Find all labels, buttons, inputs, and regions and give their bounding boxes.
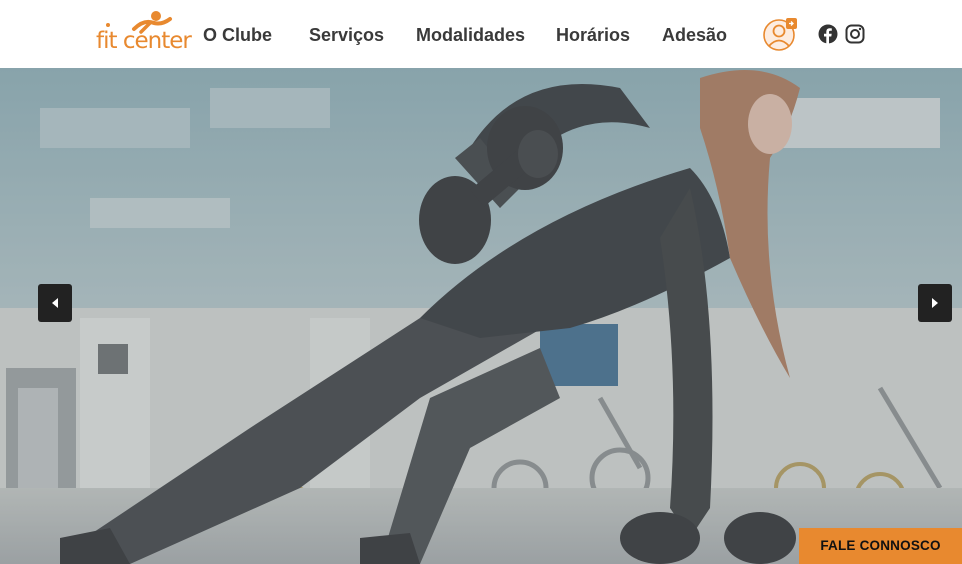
hero-slider: FALE CONNOSCO [0, 68, 962, 564]
nav-horarios[interactable]: Horários [556, 25, 630, 46]
fit-center-logo[interactable]: fit center [94, 10, 198, 62]
facebook-icon[interactable] [818, 24, 838, 44]
contact-us-button[interactable]: FALE CONNOSCO [799, 528, 962, 564]
logo-text: fit center [96, 28, 192, 54]
hero-overlay [0, 68, 962, 564]
nav-servicos[interactable]: Serviços [309, 25, 384, 46]
site-header: fit center O Clube Serviços Modalidades … [0, 0, 962, 68]
member-area-icon[interactable] [762, 15, 800, 53]
arrow-right-icon [932, 298, 938, 308]
slider-prev-button[interactable] [38, 284, 72, 322]
instagram-icon[interactable] [845, 24, 865, 44]
nav-adesao[interactable]: Adesão [662, 25, 727, 46]
slider-next-button[interactable] [918, 284, 952, 322]
nav-modalidades[interactable]: Modalidades [416, 25, 525, 46]
arrow-left-icon [52, 298, 58, 308]
nav-o-clube[interactable]: O Clube [203, 25, 272, 46]
